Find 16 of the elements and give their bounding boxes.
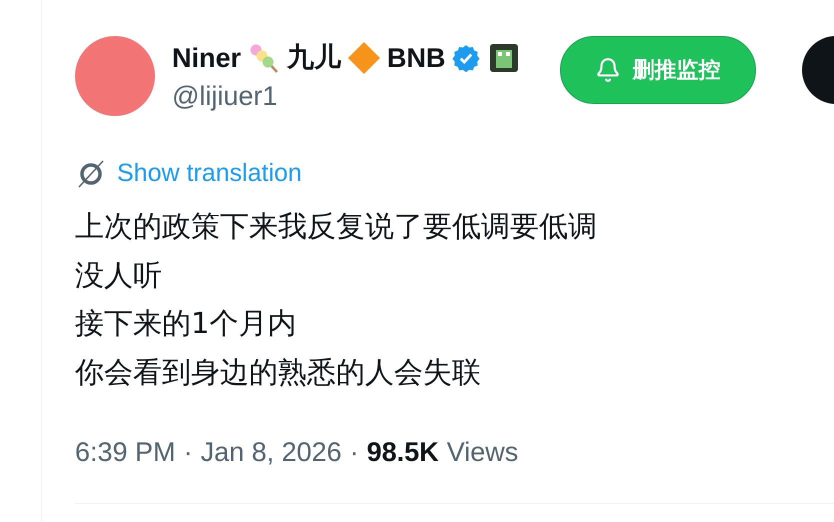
separator-dot: · <box>184 436 193 469</box>
diamond-icon <box>347 41 382 75</box>
tweet-text-line: 没人听 <box>75 256 163 294</box>
display-name-suffix[interactable]: BNB <box>387 38 446 78</box>
views-label: Views <box>446 436 518 469</box>
tweet-text-line: 上次的政策下来我反复说了要低调要低调 <box>75 208 598 245</box>
separator-dot: · <box>350 436 359 469</box>
display-name-chinese[interactable]: 九儿 <box>287 38 342 78</box>
bell-icon <box>594 57 621 83</box>
view-count: 98.5K <box>366 436 439 469</box>
tweet-date[interactable]: Jan 8, 2026 <box>200 432 342 472</box>
tweet-text-line: 接下来的1个月内 <box>75 305 298 342</box>
tweet-text-line: 你会看到身边的熟悉的人会失联 <box>75 354 482 390</box>
user-handle[interactable]: @lijiuer1 <box>172 78 518 114</box>
tweet-time[interactable]: 6:39 PM <box>75 432 176 472</box>
display-name[interactable]: Niner <box>172 38 242 78</box>
